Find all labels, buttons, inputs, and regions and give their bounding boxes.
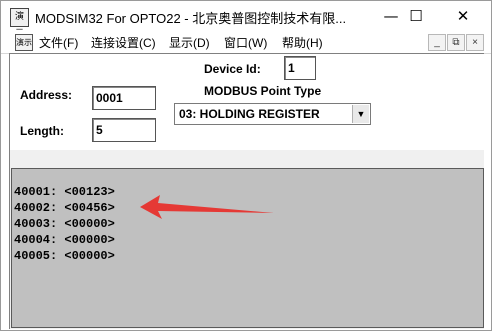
arrow-shape	[140, 195, 274, 219]
maximize-button[interactable]: ☐	[396, 1, 436, 31]
device-id-field[interactable]: 1	[284, 56, 316, 80]
address-label: Address:	[20, 88, 73, 102]
point-type-value: 03: HOLDING REGISTER	[179, 107, 320, 121]
separator-strip	[10, 150, 484, 168]
menu-file[interactable]: 文件(F)	[39, 34, 78, 51]
app-icon[interactable]: 演示	[10, 8, 29, 39]
child-restore-button[interactable]: ⧉	[447, 34, 465, 51]
length-field[interactable]: 5	[92, 118, 156, 142]
title-bar[interactable]: 演示 MODSIM32 For OPTO22 - 北京奥普图控制技术有限... …	[1, 1, 491, 39]
register-display[interactable]: 40001: <00123> 40002: <00456> 40003: <00…	[11, 168, 484, 328]
chevron-down-icon[interactable]: ▼	[352, 105, 369, 123]
device-id-label: Device Id:	[204, 62, 261, 76]
menu-display[interactable]: 显示(D)	[169, 34, 210, 51]
annotation-arrow	[140, 195, 274, 219]
settings-panel: Device Id: 1 MODBUS Point Type 03: HOLDI…	[10, 54, 484, 150]
point-type-select[interactable]: 03: HOLDING REGISTER ▼	[174, 103, 371, 125]
window-title: MODSIM32 For OPTO22 - 北京奥普图控制技术有限...	[35, 11, 347, 26]
menu-help[interactable]: 帮助(H)	[282, 34, 323, 51]
length-label: Length:	[20, 124, 64, 138]
document-window: Device Id: 1 MODBUS Point Type 03: HOLDI…	[9, 53, 484, 329]
app-window: 演示 MODSIM32 For OPTO22 - 北京奥普图控制技术有限... …	[0, 0, 492, 331]
menu-connection-settings[interactable]: 连接设置(C)	[91, 34, 156, 51]
point-type-label: MODBUS Point Type	[204, 84, 322, 98]
document-icon[interactable]: 演示	[15, 34, 33, 51]
child-minimize-button[interactable]: _	[428, 34, 446, 51]
menu-bar: 演示 文件(F) 连接设置(C) 显示(D) 窗口(W) 帮助(H) _ ⧉ ×	[1, 31, 491, 54]
address-field[interactable]: 0001	[92, 86, 156, 110]
menu-window[interactable]: 窗口(W)	[224, 34, 267, 51]
close-button[interactable]: ✕	[443, 1, 483, 31]
child-close-button[interactable]: ×	[466, 34, 484, 51]
